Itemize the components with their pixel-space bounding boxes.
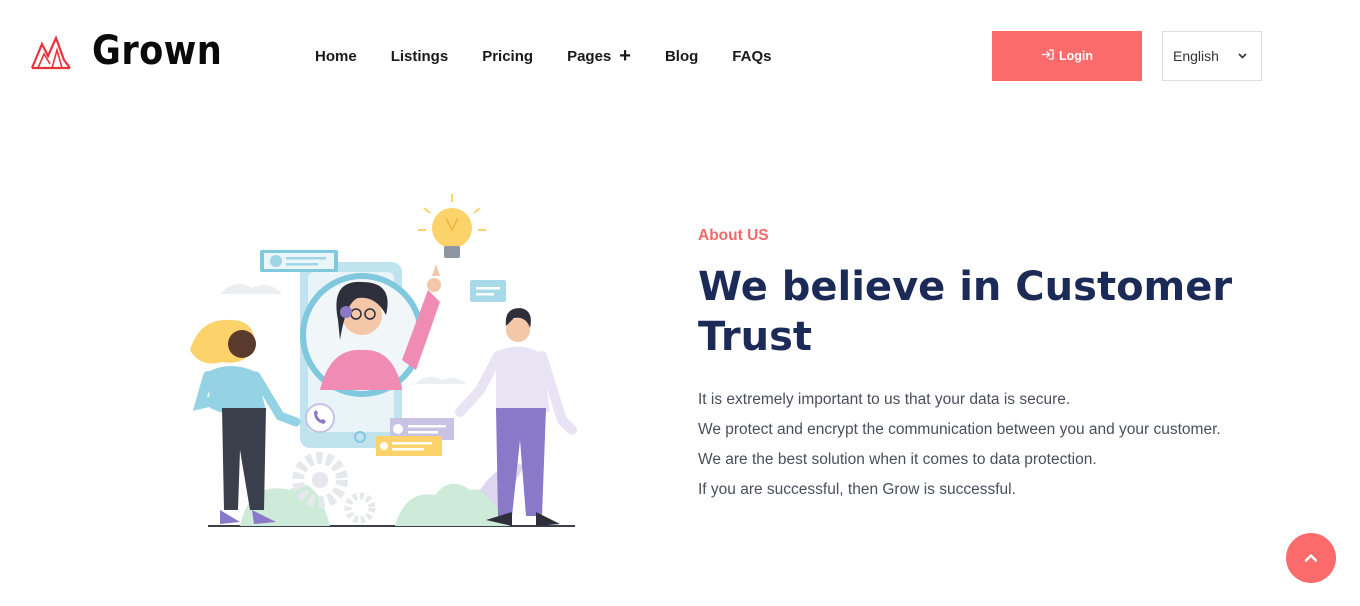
language-select[interactable]: English [1162, 31, 1262, 81]
nav-home[interactable]: Home [315, 48, 357, 65]
customer-support-illustration [190, 194, 577, 527]
language-value: English [1173, 48, 1219, 64]
brand-name: Grown [92, 28, 223, 74]
about-eyebrow: About US [698, 227, 769, 244]
nav-faqs[interactable]: FAQs [732, 48, 771, 65]
chevron-up-icon [1304, 554, 1318, 562]
about-paragraph: It is extremely important to us that you… [698, 391, 1071, 408]
login-button[interactable]: Login [992, 31, 1142, 81]
about-paragraph: We are the best solution when it comes t… [698, 451, 1097, 468]
nav-blog[interactable]: Blog [665, 48, 698, 65]
about-title: We believe in Customer Trust [698, 264, 1233, 360]
plus-icon: + [619, 45, 631, 67]
brand-logo[interactable]: Grown [30, 30, 240, 72]
about-paragraph: If you are successful, then Grow is succ… [698, 481, 1016, 498]
nav-home-label: Home [315, 47, 357, 65]
nav-pages[interactable]: Pages + [567, 46, 631, 66]
mountain-logo-icon [30, 35, 71, 70]
login-label: Login [1058, 49, 1093, 63]
about-description: It is extremely important to us that you… [698, 385, 1318, 505]
nav-pages-label: Pages [567, 47, 612, 65]
about-paragraph: We protect and encrypt the communication… [698, 421, 1221, 438]
scroll-to-top-button[interactable] [1286, 533, 1336, 583]
nav-listings-label: Listings [390, 47, 449, 65]
nav-pricing[interactable]: Pricing [482, 48, 533, 65]
main-nav: Home Listings Pricing Pages + Blog FAQs [315, 46, 805, 66]
nav-faqs-label: FAQs [732, 47, 772, 65]
nav-blog-label: Blog [664, 47, 699, 65]
nav-listings[interactable]: Listings [391, 48, 449, 65]
login-icon [1041, 49, 1054, 63]
chevron-down-icon [1238, 51, 1247, 62]
nav-pricing-label: Pricing [482, 47, 534, 65]
